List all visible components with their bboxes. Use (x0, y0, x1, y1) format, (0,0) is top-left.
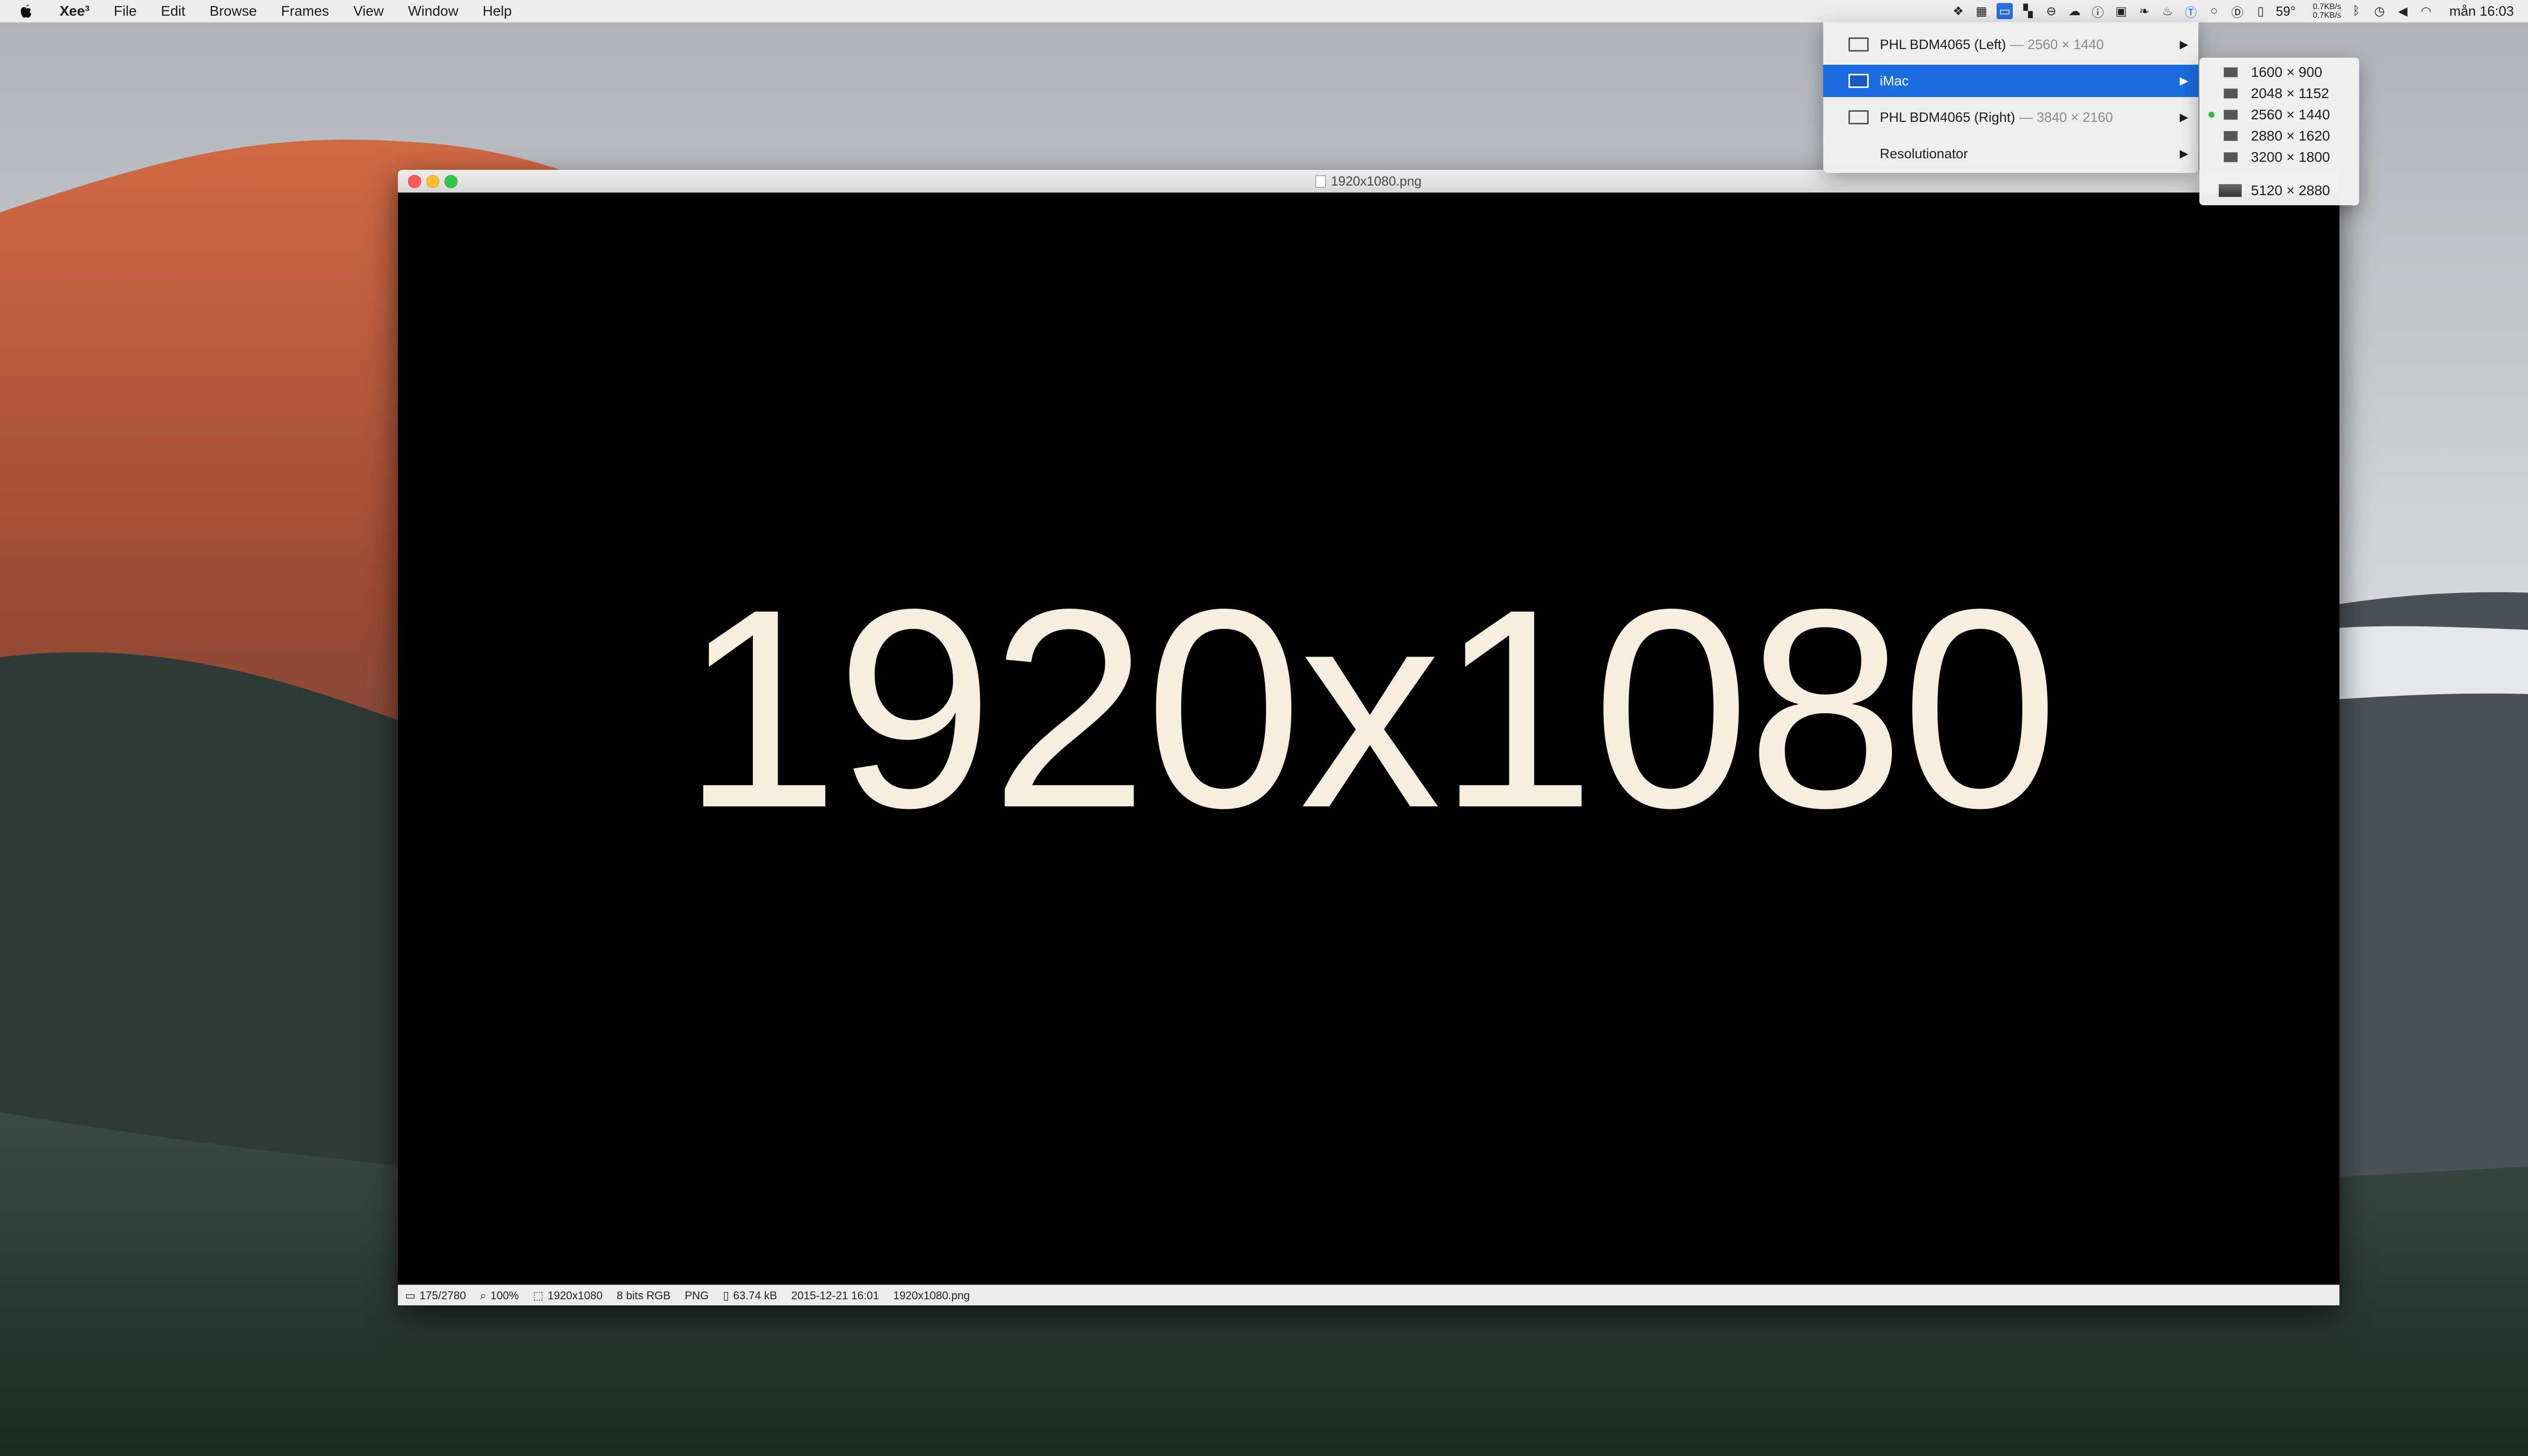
resolution-option-selected[interactable]: 2560 × 1440 (2199, 104, 2359, 125)
display-icon[interactable]: ▭ (1997, 3, 2013, 19)
display-item-resolution: — 3840 × 2160 (2019, 109, 2113, 125)
resolution-label: 3200 × 1800 (2251, 149, 2330, 165)
status-index-value: 175/2780 (419, 1289, 466, 1302)
image-content-text: 1920x1080 (682, 550, 2059, 867)
resolution-submenu: 1600 × 900 2048 × 1152 2560 × 1440 2880 … (2199, 58, 2359, 205)
menubar-clock[interactable]: mån 16:03 (2441, 4, 2522, 19)
app-menu[interactable]: Xee³ (48, 0, 102, 22)
display-item-label: iMac (1880, 73, 1909, 88)
net-up: 0.7KB/s (2313, 3, 2341, 11)
menu-browse[interactable]: Browse (198, 0, 269, 22)
status-date: 2015-12-21 16:01 (791, 1289, 879, 1302)
circle-icon[interactable]: ○ (2206, 3, 2222, 19)
resolution-label: 2048 × 1152 (2251, 85, 2329, 101)
window-titlebar[interactable]: 1920x1080.png (398, 170, 2339, 193)
resolution-option[interactable]: 2880 × 1620 (2199, 125, 2359, 147)
display-item-label: PHL BDM4065 (Right) (1880, 109, 2015, 125)
leaf-icon[interactable]: ❧ (2136, 3, 2152, 19)
volume-icon[interactable]: ◀ (2395, 3, 2411, 19)
calendar-icon[interactable]: ▦ (1973, 3, 1990, 19)
submenu-arrow-icon: ▶ (2180, 74, 2188, 87)
imac-icon (1848, 74, 1869, 88)
resolution-option[interactable]: 1600 × 900 (2199, 62, 2359, 83)
minus-icon[interactable]: ⊖ (2043, 3, 2059, 19)
menu-help[interactable]: Help (471, 0, 524, 22)
menu-edit[interactable]: Edit (149, 0, 197, 22)
cloud-icon[interactable]: ☁ (2066, 3, 2083, 19)
apple-menu-icon[interactable] (0, 0, 48, 22)
image-viewer-window: 1920x1080.png 1920x1080 ▭ 175/2780 ⌕ 100% … (398, 170, 2339, 1305)
status-index: ▭ 175/2780 (405, 1289, 466, 1302)
display-item-left-monitor[interactable]: PHL BDM4065 (Left) — 2560 × 1440 ▶ (1823, 28, 2198, 61)
submenu-arrow-icon: ▶ (2180, 111, 2188, 123)
status-format: PNG (685, 1289, 709, 1302)
folder-icon: ▭ (405, 1289, 416, 1302)
network-speed[interactable]: 0.7KB/s 0.7KB/s (2303, 3, 2341, 20)
resolution-thumb-icon (2224, 67, 2238, 77)
status-zoom-value: 100% (490, 1289, 519, 1302)
display-dropdown-menu: PHL BDM4065 (Left) — 2560 × 1440 ▶ iMac … (1823, 22, 2198, 173)
status-color: 8 bits RGB (616, 1289, 671, 1302)
menu-view[interactable]: View (341, 0, 396, 22)
dropbox-icon[interactable]: ❖ (1950, 3, 1966, 19)
resolution-thumb-icon (2224, 88, 2238, 99)
status-filesize: ▯ 63.74 kB (723, 1289, 777, 1302)
wifi-icon[interactable]: ◠ (2418, 3, 2434, 19)
status-bar: ▭ 175/2780 ⌕ 100% ⬚ 1920x1080 8 bits RGB PN… (398, 1285, 2339, 1305)
status-dimensions: ⬚ 1920x1080 (533, 1289, 603, 1302)
status-dimensions-value: 1920x1080 (547, 1289, 603, 1302)
monitor-icon (1848, 37, 1869, 52)
window-title: 1920x1080.png (398, 170, 2339, 192)
resolution-label: 2880 × 1620 (2251, 128, 2330, 144)
window-title-text: 1920x1080.png (1331, 173, 1422, 189)
flame-icon[interactable]: ♨ (2159, 3, 2176, 19)
resolution-label: 5120 × 2880 (2251, 183, 2330, 198)
selected-dot-icon (2208, 112, 2215, 118)
display-item-resolutionator[interactable]: Resolutionator ▶ (1823, 138, 2198, 170)
status-zoom: ⌕ 100% (480, 1289, 519, 1302)
grid-icon[interactable]: ▚ (2020, 3, 2036, 19)
resolution-label: 1600 × 900 (2251, 64, 2322, 80)
menu-window[interactable]: Window (396, 0, 471, 22)
phone-icon[interactable]: ▯ (2252, 3, 2269, 19)
image-icon[interactable]: ▣ (2113, 3, 2129, 19)
d-icon[interactable]: Ⓓ (2229, 3, 2245, 20)
resolution-option[interactable]: 5120 × 2880 (2199, 180, 2359, 201)
resolution-thumb-icon (2224, 110, 2238, 120)
display-item-right-monitor[interactable]: PHL BDM4065 (Right) — 3840 × 2160 ▶ (1823, 101, 2198, 133)
t-icon[interactable]: Ⓣ (2183, 3, 2199, 20)
display-item-label: PHL BDM4065 (Left) (1880, 36, 2006, 52)
menu-file[interactable]: File (102, 0, 149, 22)
resolution-option[interactable]: 2048 × 1152 (2199, 83, 2359, 104)
status-filesize-value: 63.74 kB (733, 1289, 777, 1302)
resolution-option[interactable]: 3200 × 1800 (2199, 147, 2359, 168)
resolution-thumb-icon (2219, 184, 2242, 197)
resolution-thumb-icon (2224, 152, 2238, 162)
net-down: 0.7KB/s (2313, 11, 2341, 20)
monitor-icon (1848, 110, 1869, 124)
info-icon[interactable]: ⓘ (2090, 3, 2106, 20)
resolution-thumb-icon (2224, 131, 2238, 141)
temperature-readout[interactable]: 59° (2276, 4, 2295, 19)
menu-bar: Xee³ File Edit Browse Frames View Window… (0, 0, 2528, 23)
submenu-arrow-icon: ▶ (2180, 147, 2188, 160)
document-icon (1316, 175, 1326, 188)
submenu-arrow-icon: ▶ (2180, 38, 2188, 51)
status-filename: 1920x1080.png (893, 1289, 970, 1302)
display-item-imac[interactable]: iMac ▶ (1823, 65, 2198, 97)
bluetooth-icon[interactable]: ᛒ (2348, 3, 2364, 19)
menu-frames[interactable]: Frames (269, 0, 341, 22)
dimensions-icon: ⬚ (533, 1289, 544, 1302)
resolution-label: 2560 × 1440 (2251, 107, 2330, 122)
file-icon: ▯ (723, 1289, 730, 1302)
image-canvas[interactable]: 1920x1080 (398, 193, 2339, 1285)
display-item-resolution: — 2560 × 1440 (2010, 36, 2104, 52)
magnifier-icon: ⌕ (480, 1289, 486, 1302)
display-item-label: Resolutionator (1880, 146, 1968, 161)
time-machine-icon[interactable]: ◷ (2371, 3, 2387, 19)
